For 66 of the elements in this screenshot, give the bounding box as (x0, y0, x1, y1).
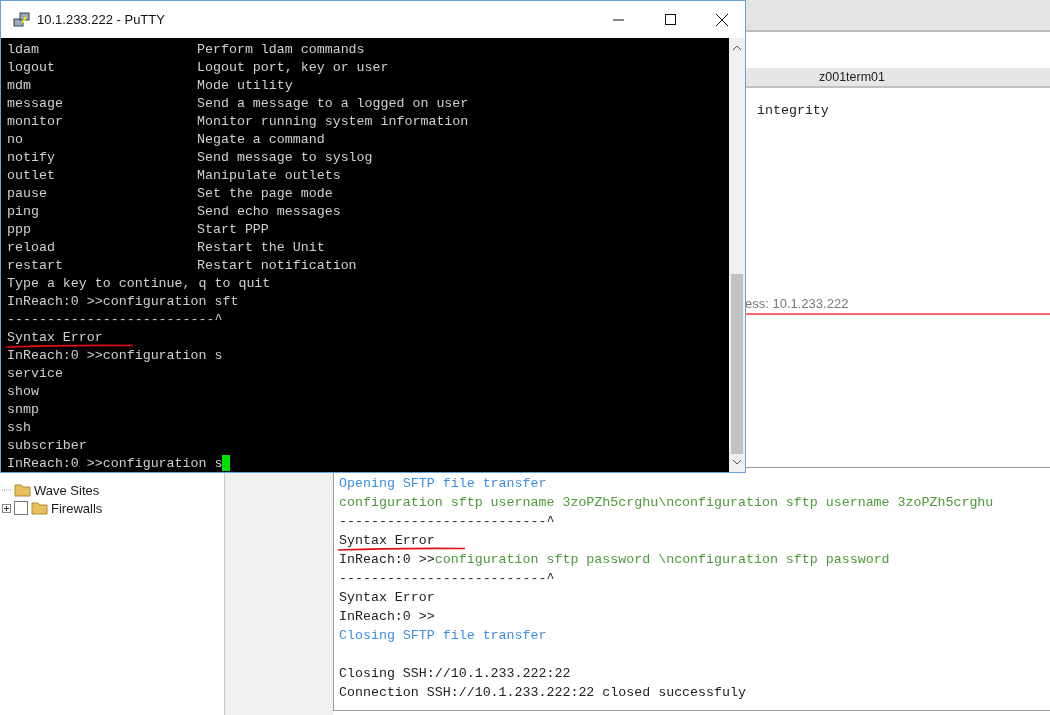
tree-item[interactable]: Wave Sites (34, 482, 100, 498)
command-name: ldam (7, 41, 40, 57)
command-name: ping (7, 203, 40, 219)
folder-icon (14, 483, 31, 497)
command-name: reload (7, 239, 56, 255)
session-tab[interactable]: z001term01 (819, 70, 885, 84)
command-description: Logout port, key or user (197, 59, 389, 75)
command-description: Restart notification (197, 257, 357, 273)
command-description: Send a message to a logged on user (197, 95, 469, 111)
tree-checkbox[interactable] (14, 501, 28, 515)
command-description: Restart the Unit (197, 239, 325, 255)
tree-item[interactable]: Firewalls (51, 500, 103, 516)
command-name: no (7, 131, 24, 147)
minimize-icon (612, 18, 624, 21)
terminal-line: ssh (7, 419, 31, 435)
command-name: mdm (7, 77, 32, 93)
command-name: outlet (7, 167, 56, 183)
log-line: Closing SSH://10.1.233.222:22 (339, 666, 571, 681)
terminal-line: snmp (7, 401, 39, 417)
folder-icon (31, 501, 48, 515)
log-line: --------------------------^ (339, 571, 555, 586)
log-line: configuration sftp username 3zoPZh5crghu\nconfiguration sftp username 3zoPZh5crghu (339, 495, 994, 510)
log-line: Closing SFTP file transfer (339, 628, 547, 643)
terminal-line: show (7, 383, 39, 399)
terminal-line: Syntax Error (7, 329, 103, 345)
scroll-up-icon[interactable] (732, 44, 742, 52)
app-icon (13, 10, 31, 29)
log-line: Opening SFTP file transfer (339, 476, 547, 491)
command-name: monitor (7, 113, 64, 129)
command-name: restart (7, 257, 64, 273)
scrollbar[interactable] (729, 38, 745, 472)
command-name: pause (7, 185, 48, 201)
command-description: Set the page mode (197, 185, 333, 201)
command-name: notify (7, 149, 56, 165)
command-description: Start PPP (197, 221, 269, 237)
terminal-line: InReach:0 >>configuration sft (7, 293, 239, 309)
command-description: Monitor running system information (197, 113, 469, 129)
command-name: ppp (7, 221, 32, 237)
terminal-line: InReach:0 >>configuration s (7, 347, 223, 363)
command-description: Perform ldam commands (197, 41, 365, 57)
terminal-line: Type a key to continue, q to quit (7, 275, 271, 291)
terminal-line: InReach:0 >>configuration s (7, 455, 223, 471)
expand-icon[interactable] (2, 503, 11, 513)
log-line: InReach:0 >>configuration sftp password \nconfiguration sftp password (339, 552, 890, 567)
terminal-line: --------------------------^ (7, 311, 223, 327)
command-name: logout (7, 59, 56, 75)
log-line: --------------------------^ (339, 514, 555, 529)
scroll-down-icon[interactable] (732, 458, 742, 466)
window-title: 10.1.233.222 - PuTTY (37, 12, 165, 27)
command-description: Mode utility (197, 77, 293, 93)
close-icon (716, 13, 728, 26)
command-description: Negate a command (197, 131, 325, 147)
log-line: Connection SSH://10.1.233.222:22 closed successfuly (339, 685, 746, 700)
maximize-icon (664, 14, 676, 25)
command-description: Send message to syslog (197, 149, 373, 165)
log-line: InReach:0 >> (339, 609, 435, 624)
command-name: message (7, 95, 64, 111)
tree-line-icon (2, 489, 11, 491)
log-line: Syntax Error (339, 533, 435, 548)
command-description: Send echo messages (197, 203, 341, 219)
command-description: Manipulate outlets (197, 167, 341, 183)
address-label: ess: 10.1.233.222 (745, 296, 849, 311)
output-line: integrity (757, 103, 830, 118)
terminal-line: service (7, 365, 63, 381)
log-line: Syntax Error (339, 590, 435, 605)
terminal-line: subscriber (7, 437, 87, 453)
